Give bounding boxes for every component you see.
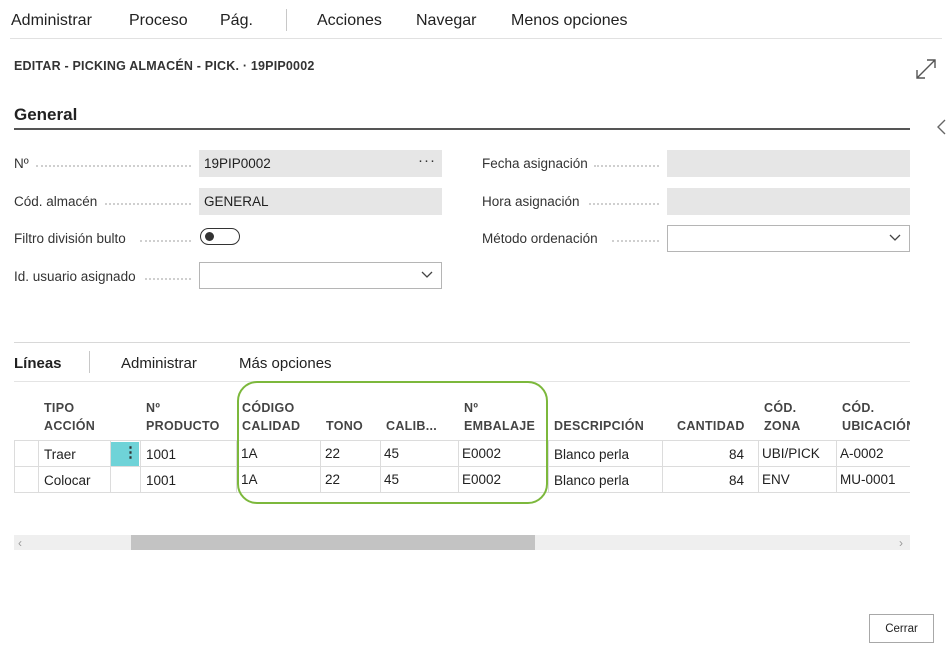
dotted-leader xyxy=(140,240,191,243)
cell-tipo: Colocar xyxy=(44,473,91,488)
cell-producto[interactable]: 1001 xyxy=(146,473,176,488)
lines-separator xyxy=(89,351,90,373)
cell-descripcion: Blanco perla xyxy=(554,473,630,488)
no-field-value: 19PIP0002 xyxy=(204,156,271,171)
header-n-producto[interactable]: Nº PRODUCTO xyxy=(146,399,220,435)
field-label-fecha: Fecha asignación xyxy=(482,156,588,171)
header-cod-zona-line2: ZONA xyxy=(764,419,801,433)
cell-ubicacion[interactable]: A-0002 xyxy=(840,446,884,461)
header-descripcion[interactable]: DESCRIPCIÓN xyxy=(554,417,644,435)
header-cod-ubicacion-line2: UBICACIÓN xyxy=(842,419,910,433)
field-label-hora: Hora asignación xyxy=(482,194,580,209)
header-cod-ubicacion[interactable]: CÓD. UBICACIÓN xyxy=(842,399,910,435)
cell-cantidad[interactable]: 84 xyxy=(690,447,744,462)
header-cantidad[interactable]: CANTIDAD xyxy=(677,417,745,435)
lines-divider xyxy=(14,342,910,343)
scroll-right-icon[interactable]: › xyxy=(899,536,903,550)
tab-administrar[interactable]: Administrar xyxy=(121,355,197,372)
scroll-left-icon[interactable]: ‹ xyxy=(18,536,22,550)
dotted-leader xyxy=(594,165,659,168)
header-cod-zona[interactable]: CÓD. ZONA xyxy=(764,399,801,435)
usuario-select[interactable] xyxy=(199,262,442,289)
field-label-metodo: Método ordenación xyxy=(482,231,598,246)
header-cod-ubicacion-line1: CÓD. xyxy=(842,401,875,415)
dotted-leader xyxy=(105,203,191,206)
cell-zona[interactable]: ENV xyxy=(762,472,790,487)
highlight-annotation xyxy=(237,381,548,504)
fecha-field[interactable] xyxy=(667,150,910,177)
header-n-producto-line2: PRODUCTO xyxy=(146,419,220,433)
section-divider xyxy=(14,128,910,130)
menu-pag[interactable]: Pág. xyxy=(220,12,253,30)
menu-administrar[interactable]: Administrar xyxy=(11,12,92,30)
hora-field[interactable] xyxy=(667,188,910,215)
grid-line xyxy=(758,440,759,492)
field-label-usuario: Id. usuario asignado xyxy=(14,269,136,284)
ellipsis-icon[interactable]: ··· xyxy=(418,152,436,169)
field-label-no: Nº xyxy=(14,156,29,171)
menu-separator xyxy=(286,9,287,31)
no-field[interactable]: 19PIP0002 ··· xyxy=(199,150,442,177)
header-tipo-accion[interactable]: TIPO ACCIÓN xyxy=(44,399,95,435)
grid-line xyxy=(38,440,39,492)
filtro-toggle[interactable] xyxy=(200,228,240,245)
scrollbar-thumb[interactable] xyxy=(131,535,535,550)
chevron-down-icon xyxy=(421,271,433,278)
dotted-leader xyxy=(589,203,659,206)
menu-divider xyxy=(10,38,942,39)
grid-line xyxy=(548,440,549,492)
grid-line xyxy=(662,440,663,492)
menu-proceso[interactable]: Proceso xyxy=(129,12,188,30)
header-cod-zona-line1: CÓD. xyxy=(764,401,797,415)
header-n-producto-line1: Nº xyxy=(146,401,161,415)
header-tipo-accion-line2: ACCIÓN xyxy=(44,419,96,433)
chevron-left-icon[interactable] xyxy=(935,118,947,136)
cell-producto[interactable]: 1001 xyxy=(146,447,176,462)
field-label-filtro: Filtro división bulto xyxy=(14,231,126,246)
cell-tipo: Traer xyxy=(44,447,76,462)
section-title-general: General xyxy=(14,105,78,124)
row-action-menu[interactable]: ⋮ xyxy=(111,442,139,466)
page-title: EDITAR - PICKING ALMACÉN - PICK. · 19PIP… xyxy=(14,59,315,73)
toggle-knob xyxy=(205,232,214,241)
chevron-down-icon xyxy=(889,234,901,241)
dotted-leader xyxy=(145,278,191,281)
field-label-almacen: Cód. almacén xyxy=(14,194,98,209)
dotted-leader xyxy=(36,165,191,168)
close-button[interactable]: Cerrar xyxy=(869,614,934,643)
metodo-select[interactable] xyxy=(667,225,910,252)
cell-ubicacion[interactable]: MU-0001 xyxy=(840,472,896,487)
cell-zona[interactable]: UBI/PICK xyxy=(762,446,820,461)
cell-cantidad[interactable]: 84 xyxy=(690,473,744,488)
expand-icon[interactable] xyxy=(914,57,938,81)
cell-descripcion: Blanco perla xyxy=(554,447,630,462)
grid-line xyxy=(140,440,141,492)
tab-mas-opciones[interactable]: Más opciones xyxy=(239,355,332,372)
menu-navegar[interactable]: Navegar xyxy=(416,12,476,30)
grid-line xyxy=(836,440,837,492)
menu-acciones[interactable]: Acciones xyxy=(317,12,382,30)
almacen-field-value: GENERAL xyxy=(204,194,269,209)
tab-lineas[interactable]: Líneas xyxy=(14,355,62,372)
menu-menos-opciones[interactable]: Menos opciones xyxy=(511,12,628,30)
grid-line xyxy=(14,440,15,492)
dotted-leader xyxy=(612,240,659,243)
vertical-dots-icon: ⋮ xyxy=(123,444,138,461)
header-tipo-accion-line1: TIPO xyxy=(44,401,75,415)
almacen-field[interactable]: GENERAL xyxy=(199,188,442,215)
